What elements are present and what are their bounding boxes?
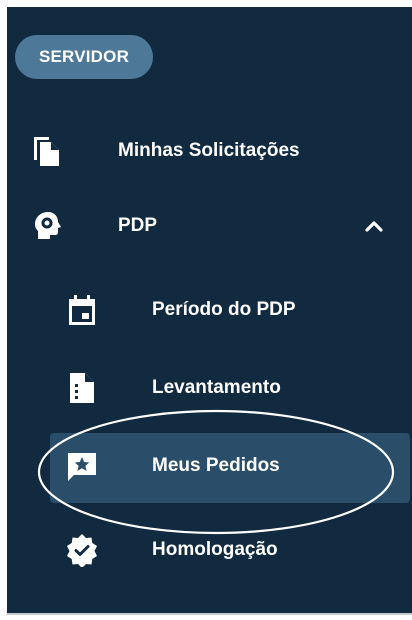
- sidebar-item-pdp[interactable]: PDP: [7, 196, 412, 256]
- head-gear-icon: [31, 209, 65, 243]
- copy-document-icon: [29, 134, 63, 168]
- list-document-icon: [65, 371, 99, 405]
- calendar-icon: [65, 293, 99, 327]
- sidebar-item-label: PDP: [118, 215, 158, 236]
- feedback-star-icon: [65, 449, 99, 483]
- sidebar-item-minhas-solicitacoes[interactable]: Minhas Solicitações: [7, 121, 412, 181]
- sidebar-item-periodo-do-pdp[interactable]: Período do PDP: [7, 280, 412, 340]
- sidebar-item-levantamento[interactable]: Levantamento: [7, 358, 412, 418]
- chevron-up-icon[interactable]: [362, 214, 386, 238]
- sidebar-item-homologacao[interactable]: Homologação: [7, 520, 412, 580]
- sidebar-item-label: Minhas Solicitações: [118, 140, 300, 161]
- sidebar-item-label: Período do PDP: [152, 299, 296, 320]
- sidebar-item-meus-pedidos[interactable]: Meus Pedidos: [7, 433, 412, 503]
- sidebar-item-label: Meus Pedidos: [152, 455, 280, 476]
- verified-badge-icon: [65, 533, 99, 567]
- sidebar-item-label: Homologação: [152, 539, 278, 560]
- sidebar-item-label: Levantamento: [152, 377, 281, 398]
- role-chip[interactable]: SERVIDOR: [15, 35, 153, 79]
- sidebar-bottom-divider: [7, 613, 412, 615]
